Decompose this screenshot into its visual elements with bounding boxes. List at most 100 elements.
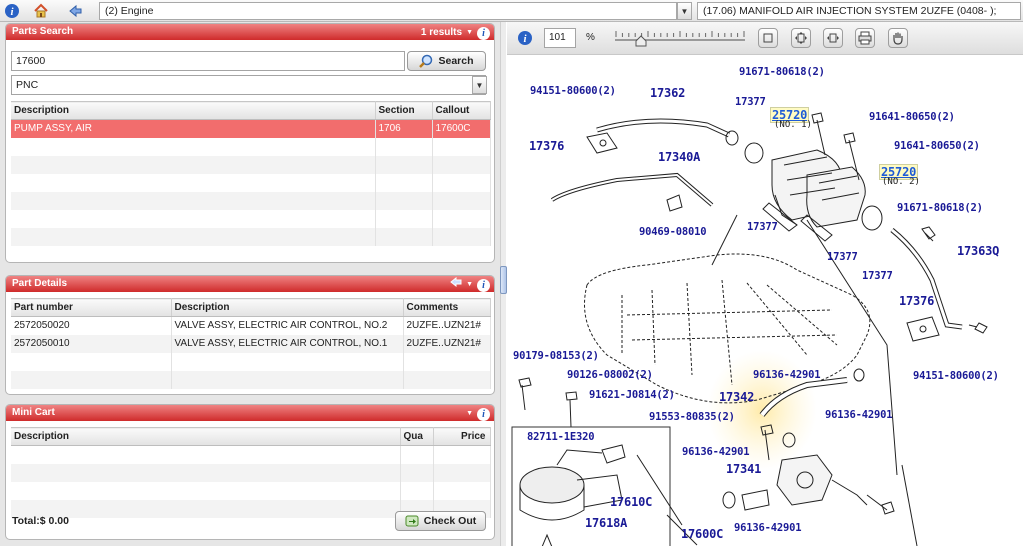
part-label[interactable]: 17362 xyxy=(650,86,685,100)
info-icon[interactable]: i xyxy=(477,26,490,40)
cart-table: Description Qua Price xyxy=(11,427,491,518)
part-label[interactable]: 17377 xyxy=(735,96,766,108)
cell-description: VALVE ASSY, ELECTRIC AIR CONTROL, NO.1 xyxy=(171,334,404,353)
part-label[interactable]: 96136-42901 xyxy=(682,446,750,458)
part-label[interactable]: 17610C xyxy=(610,495,652,509)
part-label[interactable]: 17340A xyxy=(658,150,700,164)
part-label[interactable]: 91621-J0814(2) xyxy=(589,389,675,401)
checkout-button-label: Check Out xyxy=(423,515,477,527)
column-header[interactable]: Price xyxy=(433,427,491,446)
part-label[interactable]: 17376 xyxy=(899,294,934,308)
collapse-icon[interactable]: ▼ xyxy=(466,25,473,41)
zoom-slider[interactable] xyxy=(613,27,747,49)
engine-select[interactable]: (2) Engine xyxy=(99,2,677,20)
part-label[interactable]: 90469-08010 xyxy=(639,226,707,238)
table-row[interactable]: 2572050020 VALVE ASSY, ELECTRIC AIR CONT… xyxy=(11,316,491,335)
part-label[interactable]: 94151-80600(2) xyxy=(913,370,999,382)
part-label[interactable]: 91641-80650(2) xyxy=(869,111,955,123)
part-label[interactable]: 94151-80600(2) xyxy=(530,85,616,97)
part-label[interactable]: 17363Q xyxy=(957,244,999,258)
part-label[interactable]: 82711-1E320 xyxy=(527,431,595,443)
info-icon[interactable]: i xyxy=(477,407,490,421)
print-icon[interactable] xyxy=(855,28,875,48)
table-row-empty xyxy=(11,481,491,500)
details-table: Part number Description Comments 2572050… xyxy=(11,298,491,389)
part-label[interactable]: 91553-80835(2) xyxy=(649,411,735,423)
fit-height-icon[interactable] xyxy=(823,28,843,48)
zoom-input[interactable]: 101 xyxy=(544,28,576,48)
left-pane: Parts Search 1 results ▼ i 17600 Search … xyxy=(0,22,500,546)
type-select[interactable]: PNC xyxy=(11,75,486,95)
column-header[interactable]: Part number xyxy=(11,298,172,317)
table-header: Description Section Callout xyxy=(11,101,491,120)
cell-comments: 2UZFE..UZN21# xyxy=(403,316,491,335)
splitter-handle[interactable] xyxy=(500,266,507,294)
collapse-icon[interactable]: ▼ xyxy=(466,277,473,293)
table-row-empty xyxy=(11,445,491,464)
table-row[interactable]: PUMP ASSY, AIR 1706 17600C xyxy=(11,119,491,138)
table-header: Part number Description Comments xyxy=(11,298,491,317)
part-label[interactable]: 96136-42901 xyxy=(734,522,802,534)
part-label[interactable]: 96136-42901 xyxy=(825,409,893,421)
collapse-icon[interactable]: ▼ xyxy=(466,406,473,422)
column-header[interactable]: Section xyxy=(375,101,433,120)
table-header: Description Qua Price xyxy=(11,427,491,446)
info-icon[interactable]: i xyxy=(3,2,21,20)
back-icon[interactable] xyxy=(450,276,462,293)
part-label[interactable]: 90126-08002(2) xyxy=(567,369,653,381)
part-label[interactable]: 17377 xyxy=(747,221,778,233)
column-header[interactable]: Callout xyxy=(432,101,491,120)
part-label[interactable]: 17376 xyxy=(529,139,564,153)
part-label[interactable]: 90179-08153(2) xyxy=(513,350,599,362)
column-header[interactable]: Comments xyxy=(403,298,491,317)
parts-search-panel: Parts Search 1 results ▼ i 17600 Search … xyxy=(5,23,495,263)
results-table: Description Section Callout PUMP ASSY, A… xyxy=(11,101,491,246)
part-label[interactable]: 17618A xyxy=(585,516,627,530)
part-details-panel: Part Details ▼ i Part number Description… xyxy=(5,275,495,395)
parts-diagram[interactable]: 91671-80618(2) 94151-80600(2) 17362 1737… xyxy=(507,55,1023,546)
panel-header: Part Details ▼ i xyxy=(6,276,494,292)
part-label[interactable]: 91671-80618(2) xyxy=(739,66,825,78)
part-label[interactable]: 91641-80650(2) xyxy=(894,140,980,152)
zoom-unit: % xyxy=(586,32,595,43)
part-label[interactable]: 17377 xyxy=(827,251,858,263)
mini-cart-panel: Mini Cart ▼ i Description Qua Price Tota… xyxy=(5,404,495,540)
table-row-empty xyxy=(11,370,491,389)
panel-header: Parts Search 1 results ▼ i xyxy=(6,24,494,40)
part-label[interactable]: 91671-80618(2) xyxy=(897,202,983,214)
cell-comments: 2UZFE..UZN21# xyxy=(403,334,491,353)
pan-hand-icon[interactable] xyxy=(888,28,908,48)
panel-title: Parts Search xyxy=(12,26,74,37)
panel-header: Mini Cart ▼ i xyxy=(6,405,494,421)
cell-description: VALVE ASSY, ELECTRIC AIR CONTROL, NO.2 xyxy=(171,316,404,335)
column-header[interactable]: Description xyxy=(11,101,376,120)
cell-section: 1706 xyxy=(375,119,433,138)
part-label[interactable]: 17341 xyxy=(726,462,761,476)
info-icon[interactable]: i xyxy=(477,278,490,292)
table-row-empty xyxy=(11,227,491,246)
diagram-toolbar: i 101 % xyxy=(507,22,1023,55)
chevron-down-icon[interactable]: ▼ xyxy=(472,76,487,94)
search-input[interactable]: 17600 xyxy=(11,51,405,71)
cell-callout: 17600C xyxy=(432,119,491,138)
part-label[interactable]: 17342 xyxy=(719,390,754,404)
search-button[interactable]: Search xyxy=(407,51,486,71)
home-icon[interactable] xyxy=(32,2,50,20)
diagram-drawing xyxy=(511,112,988,546)
diagram-select[interactable]: (17.06) MANIFOLD AIR INJECTION SYSTEM 2U… xyxy=(697,2,1021,20)
part-label[interactable]: 96136-42901 xyxy=(753,369,821,381)
back-icon[interactable] xyxy=(66,2,84,20)
column-header[interactable]: Description xyxy=(11,427,401,446)
table-row[interactable]: 2572050010 VALVE ASSY, ELECTRIC AIR CONT… xyxy=(11,334,491,353)
table-row-empty xyxy=(11,352,491,371)
fit-width-icon[interactable] xyxy=(791,28,811,48)
part-label[interactable]: 17600C xyxy=(681,527,723,541)
part-label[interactable]: 17377 xyxy=(862,270,893,282)
chevron-down-icon[interactable]: ▼ xyxy=(677,2,692,20)
magnifier-icon xyxy=(419,54,433,68)
info-icon[interactable]: i xyxy=(517,30,533,49)
checkout-button[interactable]: Check Out xyxy=(395,511,486,531)
column-header[interactable]: Qua xyxy=(400,427,434,446)
fit-page-icon[interactable] xyxy=(758,28,778,48)
column-header[interactable]: Description xyxy=(171,298,404,317)
